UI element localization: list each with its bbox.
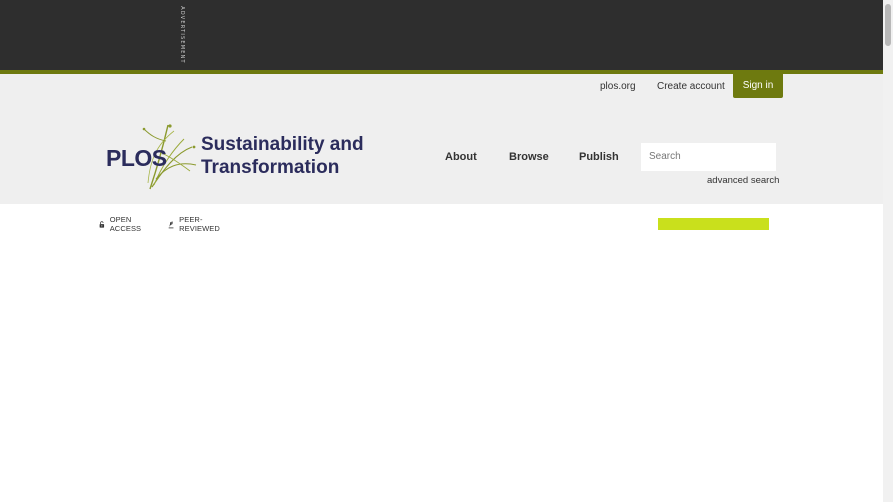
peer-reviewed-badge: PEER-REVIEWED xyxy=(168,215,223,233)
plos-org-link[interactable]: plos.org xyxy=(600,81,636,92)
highlight-strip xyxy=(658,218,769,230)
advertisement-banner: ADVERTISEMENT xyxy=(0,0,883,70)
scrollbar-thumb[interactable] xyxy=(885,4,891,46)
sign-in-button[interactable]: Sign in xyxy=(733,74,783,98)
vertical-scrollbar[interactable] xyxy=(883,0,893,502)
create-account-link[interactable]: Create account xyxy=(657,81,725,92)
search-input[interactable]: Search xyxy=(641,143,776,171)
utility-nav: plos.org Create account Sign in xyxy=(0,74,883,104)
nav-about[interactable]: About xyxy=(445,151,477,163)
open-access-badge: OPEN ACCESS xyxy=(99,215,144,233)
journal-logo[interactable]: PLOS Sustainability and Transformation xyxy=(104,121,379,191)
advertisement-label: ADVERTISEMENT xyxy=(179,6,185,64)
logo-plos-text: PLOS xyxy=(106,145,167,171)
peer-review-icon xyxy=(168,220,174,228)
nav-browse[interactable]: Browse xyxy=(509,151,549,163)
journal-title: Sustainability and Transformation xyxy=(201,134,364,178)
nav-publish[interactable]: Publish xyxy=(579,151,619,163)
unlocked-padlock-icon xyxy=(99,220,105,228)
site-header: plos.org Create account Sign in PLOS Sus… xyxy=(0,74,883,204)
advanced-search-link[interactable]: advanced search xyxy=(707,175,779,186)
